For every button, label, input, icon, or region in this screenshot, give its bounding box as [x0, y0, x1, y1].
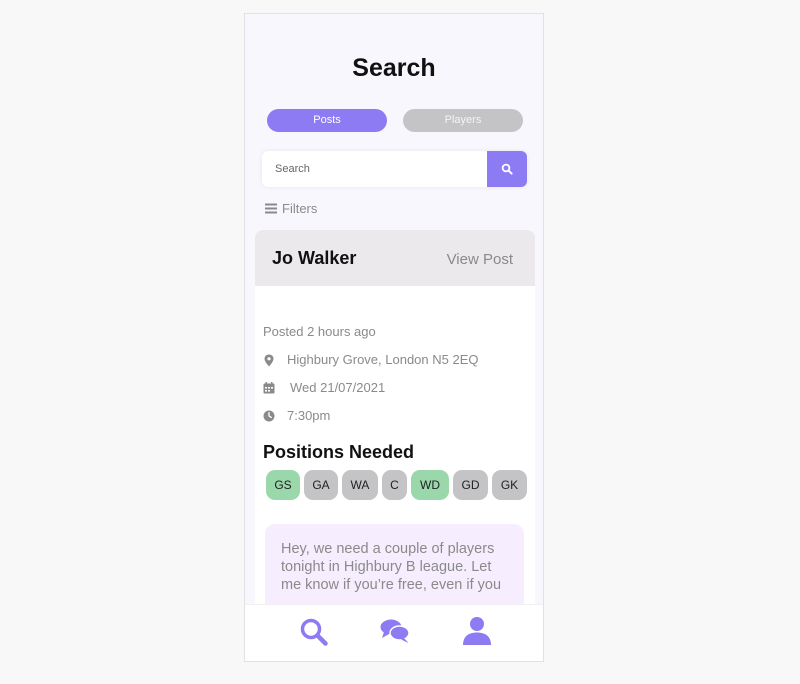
page-title: Search: [352, 54, 436, 82]
search-button[interactable]: [487, 151, 527, 187]
post-date-row: Wed 21/07/2021: [263, 380, 385, 395]
search-icon: [501, 163, 513, 175]
tab-players[interactable]: Players: [403, 109, 523, 132]
post-location-row: Highbury Grove, London N5 2EQ: [263, 352, 479, 367]
post-time: 7:30pm: [287, 408, 331, 423]
filters-label: Filters: [282, 201, 318, 216]
app-screen: Search Posts Players Filters Jo Walker: [244, 13, 544, 662]
post-timestamp: Posted 2 hours ago: [263, 324, 376, 339]
post-card: Jo Walker View Post Posted 2 hours ago H…: [255, 230, 535, 650]
position-chip-gs: GS: [266, 470, 300, 500]
menu-icon: [265, 203, 277, 214]
positions-heading: Positions Needed: [263, 442, 415, 462]
position-chip-c: C: [382, 470, 407, 500]
clock-icon: [263, 410, 275, 422]
position-chip-gd: GD: [453, 470, 488, 500]
map-pin-icon: [263, 354, 275, 366]
view-post-link[interactable]: View Post: [447, 251, 513, 268]
filters-button[interactable]: Filters: [265, 201, 317, 216]
user-icon[interactable]: [462, 616, 492, 646]
post-location: Highbury Grove, London N5 2EQ: [287, 352, 479, 367]
post-card-header: Jo Walker View Post: [255, 230, 535, 286]
position-chip-wa: WA: [342, 470, 378, 500]
bottom-nav: [245, 604, 543, 661]
tab-posts[interactable]: Posts: [267, 109, 387, 132]
post-time-row: 7:30pm: [263, 408, 330, 423]
search-icon[interactable]: [299, 617, 329, 647]
calendar-icon: [263, 381, 275, 394]
position-chip-wd: WD: [411, 470, 449, 500]
search-bar: [262, 151, 527, 187]
position-chip-ga: GA: [304, 470, 338, 500]
search-input[interactable]: [262, 151, 487, 187]
post-author: Jo Walker: [272, 248, 357, 268]
post-date: Wed 21/07/2021: [290, 380, 386, 395]
chat-icon[interactable]: [380, 618, 410, 644]
position-chip-gk: GK: [492, 470, 527, 500]
